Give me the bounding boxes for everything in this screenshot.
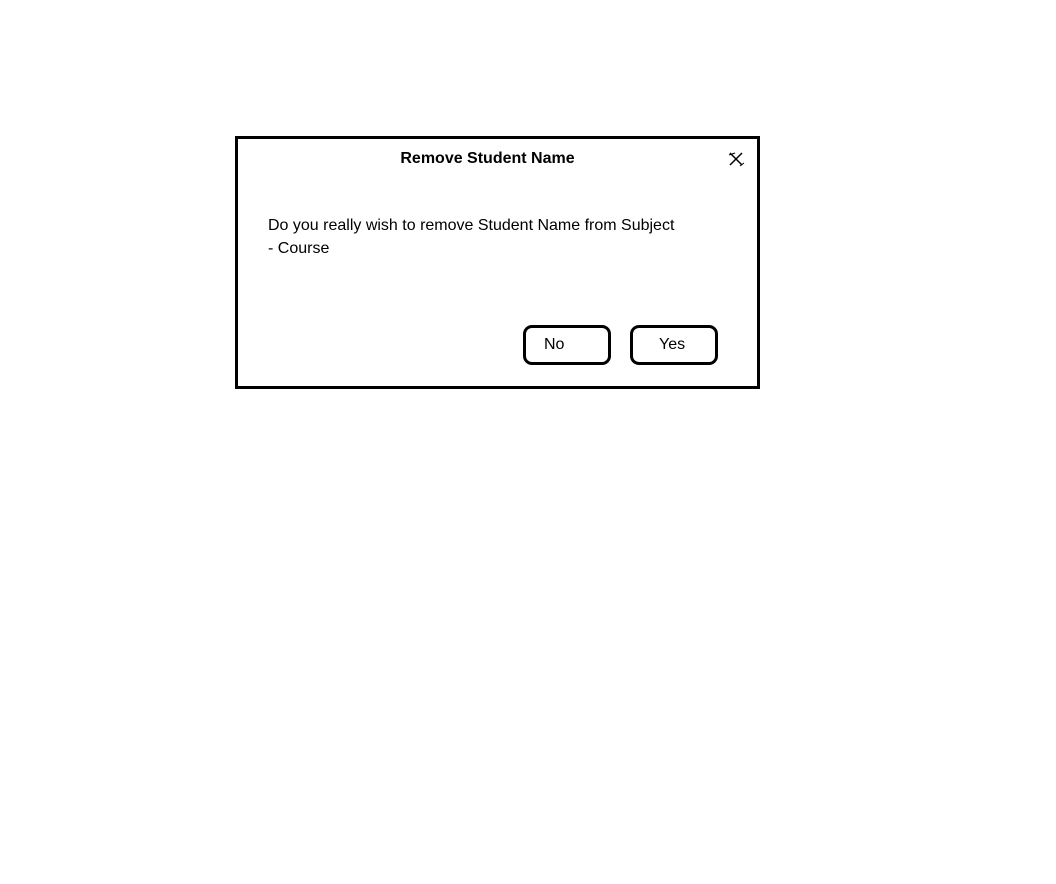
close-icon xyxy=(725,148,747,170)
dialog-title: Remove Student Name xyxy=(400,150,575,167)
close-button[interactable] xyxy=(725,148,747,170)
no-button-label: No xyxy=(544,336,565,353)
yes-button[interactable]: Yes xyxy=(630,325,718,365)
confirm-remove-dialog: Remove Student Name Do you really wish t… xyxy=(235,136,760,389)
dialog-message-line-2: - Course xyxy=(268,240,330,257)
no-button[interactable]: No xyxy=(523,325,611,365)
dialog-message-line-1: Do you really wish to remove Student Nam… xyxy=(268,217,675,234)
dialog-message: Do you really wish to remove Student Nam… xyxy=(268,214,718,260)
yes-button-label: Yes xyxy=(659,336,686,353)
